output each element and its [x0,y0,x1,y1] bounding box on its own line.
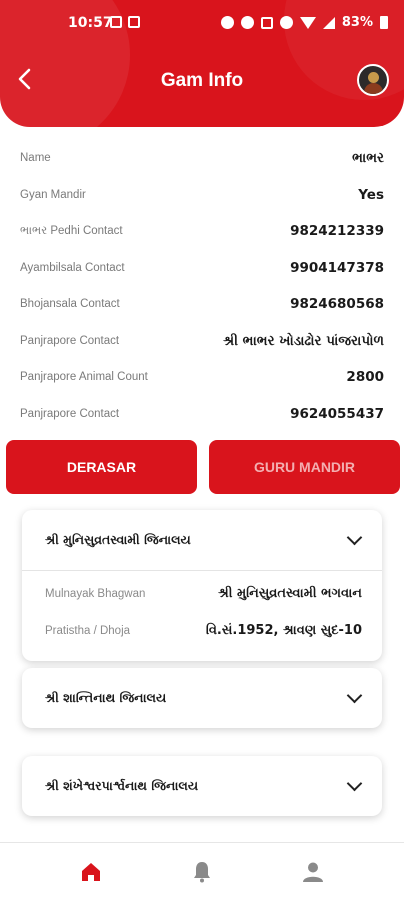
detail-row: Pratistha / Dhoja વિ.સં.1952, શ્રાવણ સુદ… [45,612,362,649]
info-value: શ્રી ભાભર ખોડાઢોર પાંજરાપોળ [223,332,384,349]
chevron-down-icon[interactable] [346,775,363,791]
info-value[interactable]: 9624055437 [290,406,384,422]
battery-icon [380,16,388,29]
derasar-button[interactable]: DERASAR [6,440,197,494]
derasar-details: Mulnayak Bhagwan શ્રી મુનિસુવ્રતસ્વામી ભ… [22,571,382,661]
info-row: Gyan Mandir Yes [0,177,404,214]
status-bar: 10:57 83% [0,0,404,48]
nav-profile[interactable] [293,852,333,892]
derasar-card-header[interactable]: શ્રી મુનિસુવ્રતસ્વામી જિનાલય [22,510,382,570]
info-label: Name [20,152,51,165]
gam-info-list: Name ભાભર Gyan Mandir Yes ભાભર Pedhi Con… [0,140,404,432]
section-tabs: DERASAR GURU MANDIR [6,440,400,494]
info-label: ભાભર Pedhi Contact [20,224,123,237]
info-row: Name ભાભર [0,140,404,177]
info-value[interactable]: 9824212339 [290,223,384,239]
derasar-title: શ્રી શાન્તિનાથ જિનાલય [45,690,167,705]
info-value[interactable]: 9904147378 [290,260,384,276]
alarm-icon [220,16,234,29]
detail-row: Mulnayak Bhagwan શ્રી મુનિસુવ્રતસ્વામી ભ… [45,575,362,612]
derasar-card-header[interactable]: શ્રી શંખેશ્વરપાર્શ્વનાથ જિનાલય [22,756,382,816]
info-label: Bhojansala Contact [20,298,120,311]
profile-icon [303,862,324,882]
guru-mandir-button[interactable]: GURU MANDIR [209,440,400,494]
info-label: Panjrapore Animal Count [20,371,148,384]
detail-value: વિ.સં.1952, શ્રાવણ સુદ-10 [205,623,362,638]
derasar-card[interactable]: શ્રી શાન્તિનાથ જિનાલય [22,668,382,728]
avatar[interactable] [357,64,389,96]
bottom-navigation [0,842,404,900]
info-row: ભાભર Pedhi Contact 9824212339 [0,213,404,250]
derasar-card[interactable]: શ્રી શંખેશ્વરપાર્શ્વનાથ જિનાલય [22,756,382,816]
detail-value: શ્રી મુનિસુવ્રતસ્વામી ભગવાન [218,586,362,601]
info-row: Panjrapore Animal Count 2800 [0,359,404,396]
dnd-icon [279,16,293,29]
signal-icon [322,16,335,29]
info-value: 2800 [346,369,384,386]
info-row: Bhojansala Contact 9824680568 [0,286,404,323]
info-value[interactable]: 9824680568 [290,296,384,312]
app-header: 10:57 83% Gam Info [0,0,404,127]
battery-percent: 83% [341,15,373,30]
page-title: Gam Info [160,70,244,91]
status-time: 10:57 [68,15,113,31]
home-icon [81,862,100,881]
info-value: ભાભર [352,150,384,167]
info-label: Panjrapore Contact [20,407,120,420]
info-row: Panjrapore Contact 9624055437 [0,396,404,433]
info-label: Ayambilsala Contact [20,261,125,274]
derasar-title: શ્રી મુનિસુવ્રતસ્વામી જિનાલય [45,532,191,547]
headphones-icon [240,16,254,29]
bell-icon [193,861,210,882]
nav-home[interactable] [71,852,111,892]
nav-notifications[interactable] [182,852,222,892]
info-label: Gyan Mandir [20,188,86,201]
derasar-title: શ્રી શંખેશ્વરપાર્શ્વનાથ જિનાલય [45,778,199,793]
derasar-card: શ્રી મુનિસુવ્રતસ્વામી જિનાલય Mulnayak Bh… [22,510,382,661]
message-icon [110,16,122,28]
info-label: Panjrapore Contact [20,334,120,347]
wifi-icon [299,16,316,29]
system-icons: 83% [220,15,388,30]
detail-label: Mulnayak Bhagwan [45,587,146,600]
info-row: Ayambilsala Contact 9904147378 [0,250,404,287]
notification-icons [110,16,140,28]
info-row: Panjrapore Contact શ્રી ભાભર ખોડાઢોર પાં… [0,323,404,360]
derasar-card-header[interactable]: શ્રી શાન્તિનાથ જિનાલય [22,668,382,728]
chevron-down-icon[interactable] [346,529,363,545]
image-icon [128,16,140,28]
nfc-icon [260,16,273,29]
chevron-down-icon[interactable] [346,687,363,703]
info-value: Yes [358,186,384,203]
detail-label: Pratistha / Dhoja [45,624,131,637]
